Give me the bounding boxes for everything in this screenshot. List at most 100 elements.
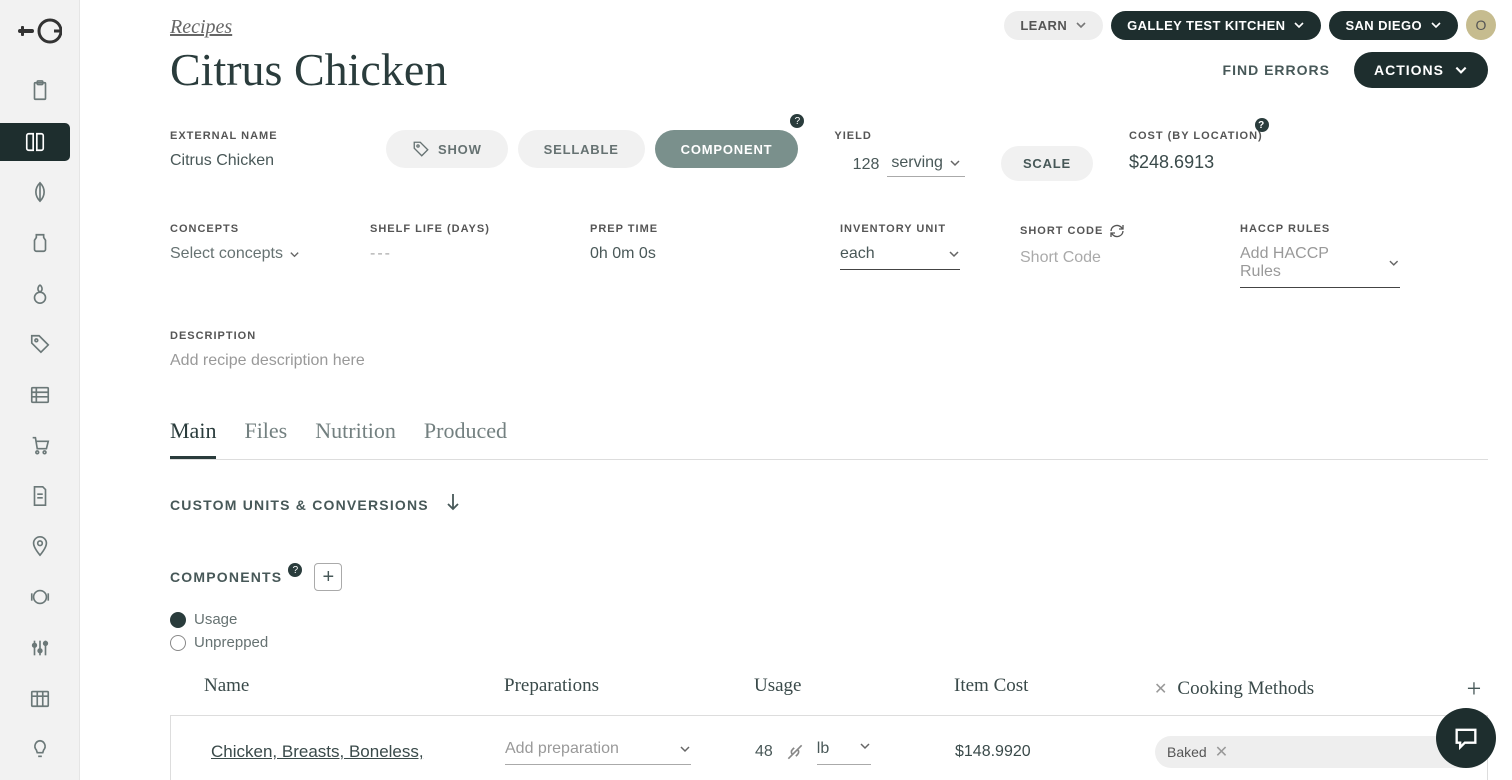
nav-cart[interactable] (5, 426, 75, 465)
link-off-icon[interactable] (785, 742, 805, 762)
col-name-header: Name (204, 675, 504, 703)
chevron-down-icon (679, 743, 691, 755)
refresh-icon[interactable] (1109, 223, 1125, 239)
help-icon[interactable]: ? (288, 563, 302, 577)
cost-label: COST (BY LOCATION) ? (1129, 130, 1263, 142)
user-avatar[interactable]: O (1466, 10, 1496, 40)
radio-dot-icon (170, 635, 186, 651)
tab-produced[interactable]: Produced (424, 418, 507, 459)
description-input[interactable]: Add recipe description here (170, 352, 1488, 370)
haccp-label: HACCP RULES (1240, 223, 1400, 235)
unprepped-radio-label: Unprepped (194, 634, 268, 651)
breadcrumb-recipes[interactable]: Recipes (170, 16, 232, 38)
short-code-input[interactable] (1020, 249, 1180, 267)
custom-units-label: CUSTOM UNITS & CONVERSIONS (170, 497, 429, 513)
chat-fab[interactable] (1436, 708, 1496, 768)
page-title: Citrus Chicken (170, 43, 447, 96)
arrow-down-icon (445, 492, 461, 512)
tag-icon (412, 140, 430, 158)
toggle-sellable[interactable]: SELLABLE (518, 130, 645, 168)
chevron-down-icon (859, 740, 871, 752)
nav-bulb[interactable] (5, 730, 75, 769)
scale-button[interactable]: SCALE (1001, 146, 1093, 181)
yield-input[interactable] (834, 156, 879, 174)
remove-column-button[interactable]: ✕ (1154, 679, 1167, 699)
item-cost-value: $148.9920 (955, 743, 1155, 761)
chevron-down-icon (289, 249, 300, 260)
nav-calendar[interactable] (5, 679, 75, 718)
nav-doc[interactable] (5, 477, 75, 516)
tab-main[interactable]: Main (170, 418, 216, 459)
help-icon[interactable]: ? (790, 114, 804, 128)
nav-list[interactable] (5, 375, 75, 414)
toggle-component[interactable]: COMPONENT (655, 130, 799, 168)
qty-value[interactable]: 48 (755, 743, 773, 761)
nav-recipes[interactable] (0, 123, 70, 162)
usage-radio[interactable]: Usage (170, 611, 1488, 628)
concepts-select[interactable]: Select concepts (170, 245, 310, 263)
haccp-select[interactable]: Add HACCP Rules (1240, 245, 1400, 288)
tab-nutrition[interactable]: Nutrition (315, 418, 396, 459)
component-row: Chicken, Breasts, Boneless, Add preparat… (170, 715, 1488, 780)
actions-label: ACTIONS (1374, 62, 1444, 78)
nav-plate[interactable] (5, 578, 75, 617)
toggle-show[interactable]: SHOW (386, 130, 508, 168)
nav-jar[interactable] (5, 224, 75, 263)
prep-time-label: PREP TIME (590, 223, 780, 235)
unit-value: lb (817, 740, 829, 758)
expand-custom-units[interactable] (445, 492, 461, 517)
yield-unit-value: serving (891, 154, 943, 172)
usage-radio-label: Usage (194, 611, 237, 628)
actions-dropdown[interactable]: ACTIONS (1354, 52, 1488, 88)
external-name-value[interactable]: Citrus Chicken (170, 152, 350, 170)
col-cost-header: Item Cost (954, 675, 1154, 703)
learn-dropdown[interactable]: LEARN (1004, 11, 1103, 40)
nav-sliders[interactable] (5, 628, 75, 667)
chevron-down-icon (1293, 19, 1305, 31)
location-dropdown[interactable]: SAN DIEGO (1329, 11, 1458, 40)
nav-tag[interactable] (5, 325, 75, 364)
external-name-label: EXTERNAL NAME (170, 130, 350, 142)
workspace-dropdown[interactable]: GALLEY TEST KITCHEN (1111, 11, 1321, 40)
workspace-label: GALLEY TEST KITCHEN (1127, 18, 1285, 33)
chevron-down-icon (948, 248, 960, 260)
shelf-life-input[interactable] (370, 245, 530, 263)
yield-label: YIELD (834, 130, 965, 142)
radio-dot-icon (170, 612, 186, 628)
unit-select[interactable]: lb (817, 740, 871, 765)
components-heading: COMPONENTS (170, 569, 282, 585)
app-logo[interactable] (18, 18, 62, 44)
chevron-down-icon (949, 157, 961, 169)
nav-clipboard[interactable] (5, 72, 75, 111)
inventory-unit-label: INVENTORY UNIT (840, 223, 960, 235)
add-column-button[interactable]: + (1460, 675, 1488, 703)
inventory-unit-select[interactable]: each (840, 245, 960, 270)
chevron-down-icon (1430, 19, 1442, 31)
remove-tag-button[interactable]: ✕ (1215, 742, 1228, 762)
add-prep-placeholder: Add preparation (505, 740, 619, 758)
concepts-label: CONCEPTS (170, 223, 310, 235)
toggle-show-label: SHOW (438, 142, 482, 157)
haccp-placeholder: Add HACCP Rules (1240, 245, 1368, 281)
add-preparation-select[interactable]: Add preparation (505, 740, 691, 765)
nav-leaf[interactable] (5, 173, 75, 212)
add-component-button[interactable]: + (314, 563, 342, 591)
chat-icon (1452, 724, 1480, 752)
short-code-label: SHORT CODE (1020, 223, 1180, 239)
yield-unit-select[interactable]: serving (887, 152, 965, 177)
tab-files[interactable]: Files (244, 418, 287, 459)
inventory-unit-value: each (840, 245, 875, 263)
unprepped-radio[interactable]: Unprepped (170, 634, 1488, 651)
nav-food[interactable] (5, 274, 75, 313)
col-cooking-header: Cooking Methods (1177, 678, 1314, 700)
prep-time-value[interactable]: 0h 0m 0s (590, 245, 780, 263)
shelf-life-label: SHELF LIFE (DAYS) (370, 223, 530, 235)
ingredient-link[interactable]: Chicken, Breasts, Boneless, (211, 742, 505, 762)
nav-location[interactable] (5, 527, 75, 566)
description-label: DESCRIPTION (170, 330, 1488, 342)
col-prep-header: Preparations (504, 675, 754, 703)
chevron-down-icon (1454, 63, 1468, 77)
find-errors-button[interactable]: FIND ERRORS (1223, 62, 1330, 78)
help-icon[interactable]: ? (1255, 118, 1269, 132)
location-label: SAN DIEGO (1345, 18, 1422, 33)
